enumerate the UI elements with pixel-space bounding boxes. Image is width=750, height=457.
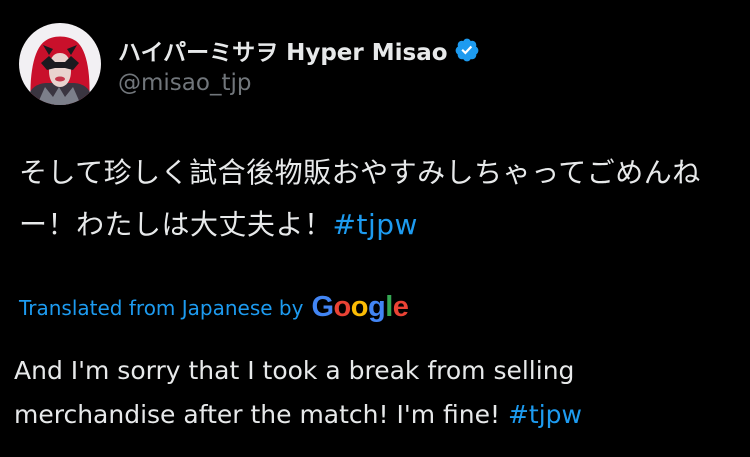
- translated-text: And I'm sorry that I took a break from s…: [14, 349, 714, 437]
- display-name[interactable]: ハイパーミサヲ Hyper Misao: [118, 33, 448, 67]
- translated-label[interactable]: Translated from Japanese by: [19, 296, 303, 320]
- avatar[interactable]: [19, 23, 101, 105]
- verified-badge-icon: [454, 37, 480, 63]
- google-logo: Google: [311, 290, 409, 323]
- translated-hashtag-link[interactable]: #tjpw: [508, 400, 582, 429]
- translated-body: And I'm sorry that I took a break from s…: [14, 356, 575, 429]
- translation-attribution: Translated from Japanese by Google: [19, 290, 409, 326]
- hashtag-link[interactable]: #tjpw: [333, 208, 418, 241]
- tweet-text: そして珍しく試合後物販おやすみしちゃってごめんねー！わたしは大丈夫よ！#tjpw: [19, 147, 734, 251]
- author-names: ハイパーミサヲ Hyper Misao @misao_tjp: [118, 32, 480, 96]
- tweet-header: ハイパーミサヲ Hyper Misao @misao_tjp: [19, 23, 480, 105]
- handle[interactable]: @misao_tjp: [118, 70, 480, 96]
- profile-avatar-icon: [19, 23, 101, 105]
- display-name-row: ハイパーミサヲ Hyper Misao: [118, 32, 480, 68]
